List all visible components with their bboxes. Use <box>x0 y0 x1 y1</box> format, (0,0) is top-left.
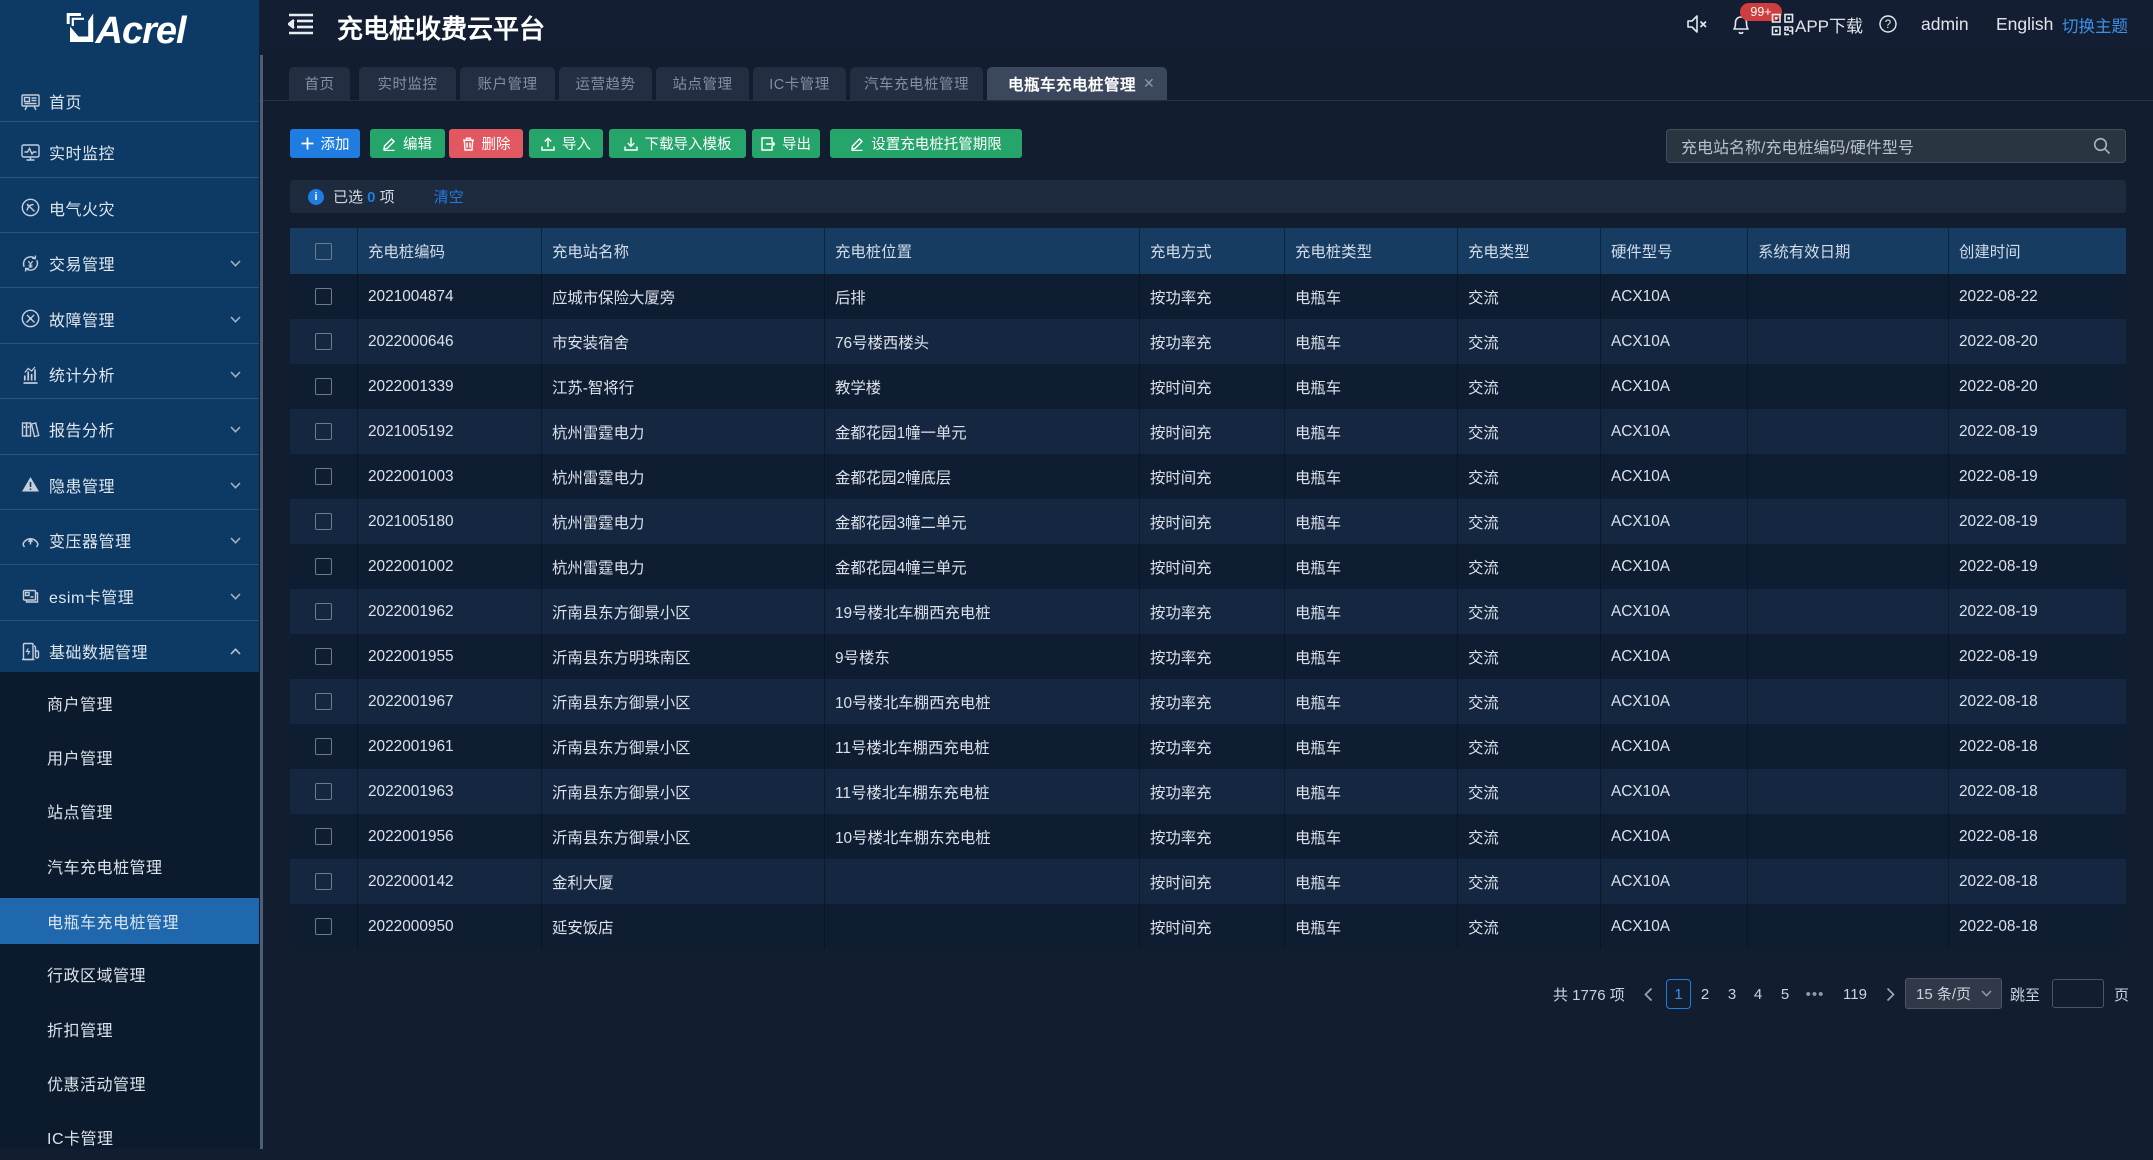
svg-text:?: ? <box>1885 19 1891 31</box>
svg-text:Acrel: Acrel <box>95 10 188 52</box>
